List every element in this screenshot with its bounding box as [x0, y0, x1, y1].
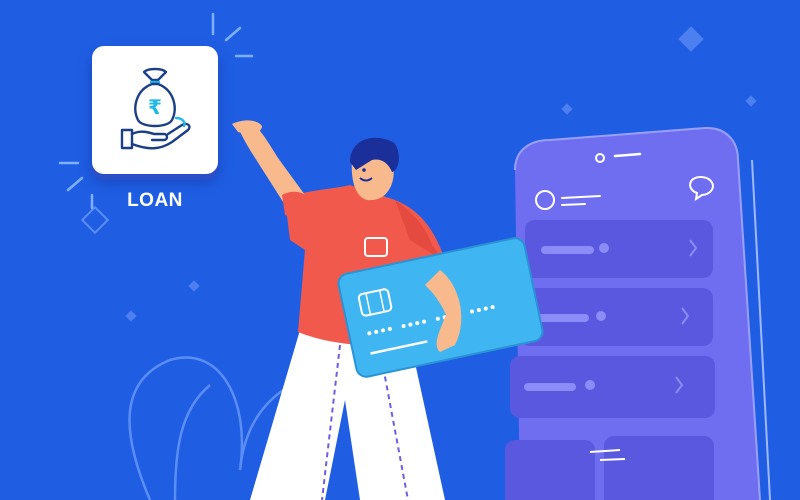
- loan-illustration-banner: ₹ LOAN: [0, 0, 800, 500]
- phone-illustration: [505, 126, 771, 500]
- loan-app-tile[interactable]: ₹: [92, 46, 218, 174]
- rupee-symbol: ₹: [148, 95, 162, 119]
- loan-tile-label: LOAN: [127, 190, 183, 211]
- person-illustration: [232, 120, 544, 500]
- money-bag-in-hand-icon: ₹: [120, 67, 191, 150]
